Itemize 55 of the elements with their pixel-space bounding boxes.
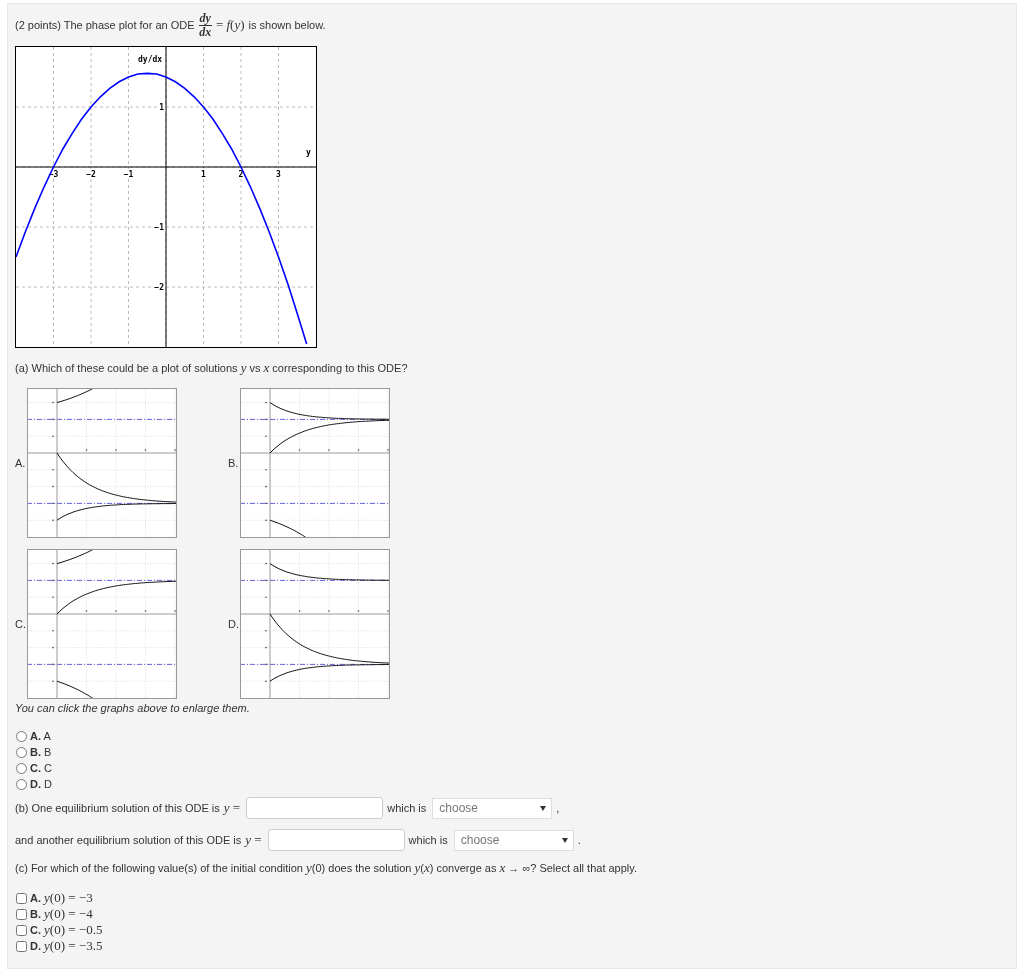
checkbox[interactable] bbox=[16, 924, 27, 936]
option-label: A. y(0) = −3 bbox=[30, 890, 93, 906]
tick-label: −1 bbox=[123, 170, 134, 179]
radio-button[interactable] bbox=[16, 762, 27, 774]
punctuation: . bbox=[577, 834, 581, 846]
option-label: C. y(0) = −0.5 bbox=[30, 922, 103, 938]
tick-label: 2 bbox=[238, 170, 244, 179]
question-text: (c) For which of the following value(s) of the initial condition y(0) does the solution y(x) converge as x → ∞? Select all that apply. bbox=[15, 860, 639, 876]
checkbox[interactable] bbox=[16, 908, 27, 920]
question-text: which is bbox=[408, 834, 448, 846]
graph-label: C. bbox=[15, 618, 27, 630]
equation-text: y = bbox=[245, 832, 262, 848]
question-text: (b) One equilibrium solution of this ODE is bbox=[15, 802, 220, 814]
option-label: B. B bbox=[30, 746, 52, 758]
question-text: and another equilibrium solution of this ODE is bbox=[15, 834, 242, 846]
choose-dropdown[interactable]: choose bbox=[453, 829, 574, 851]
option-label: D. D bbox=[30, 778, 52, 790]
axis-title: dy/dx bbox=[138, 55, 163, 64]
caret-icon bbox=[540, 805, 547, 811]
equation-text: = f(y) bbox=[215, 17, 245, 33]
choose-dropdown[interactable]: choose bbox=[432, 797, 553, 819]
answer-field[interactable] bbox=[246, 797, 384, 819]
tick-label: 1 bbox=[159, 103, 164, 112]
caret-icon bbox=[561, 837, 568, 843]
radio-button[interactable] bbox=[16, 730, 27, 742]
solution-graph[interactable] bbox=[27, 549, 177, 699]
tick-label: 3 bbox=[276, 170, 281, 179]
question-text: which is bbox=[387, 802, 427, 814]
question-text: (a) Which of these could be a plot of solutions y vs x corresponding to this ODE? bbox=[15, 360, 409, 376]
problem-text: (2 points) The phase plot for an ODE bbox=[15, 19, 195, 31]
tick-label: −1 bbox=[154, 223, 164, 232]
punctuation: , bbox=[556, 802, 560, 814]
graph-label: A. bbox=[15, 457, 27, 469]
checkbox[interactable] bbox=[16, 892, 27, 904]
solution-graph[interactable] bbox=[27, 388, 177, 538]
axis-title: y bbox=[306, 148, 311, 157]
solution-graph[interactable] bbox=[240, 549, 390, 699]
equation-text: y = bbox=[223, 800, 241, 816]
answer-field[interactable] bbox=[267, 829, 405, 851]
tick-label: −2 bbox=[86, 170, 96, 179]
radio-button[interactable] bbox=[16, 746, 27, 758]
tick-label: 1 bbox=[201, 170, 206, 179]
fraction: dy dx bbox=[198, 11, 212, 39]
option-label: D. y(0) = −3.5 bbox=[30, 938, 103, 954]
hint-text: You can click the graphs above to enlarge them. bbox=[15, 702, 251, 714]
option-label: B. y(0) = −4 bbox=[30, 906, 93, 922]
option-label: A. A bbox=[30, 730, 51, 742]
solution-graph[interactable] bbox=[240, 388, 390, 538]
option-label: C. C bbox=[30, 762, 52, 774]
radio-button[interactable] bbox=[16, 778, 27, 790]
graph-label: D. bbox=[228, 618, 240, 630]
checkbox[interactable] bbox=[16, 940, 27, 952]
problem-text: is shown below. bbox=[248, 19, 326, 31]
graph-label: B. bbox=[228, 457, 240, 469]
tick-label: −2 bbox=[154, 283, 164, 292]
